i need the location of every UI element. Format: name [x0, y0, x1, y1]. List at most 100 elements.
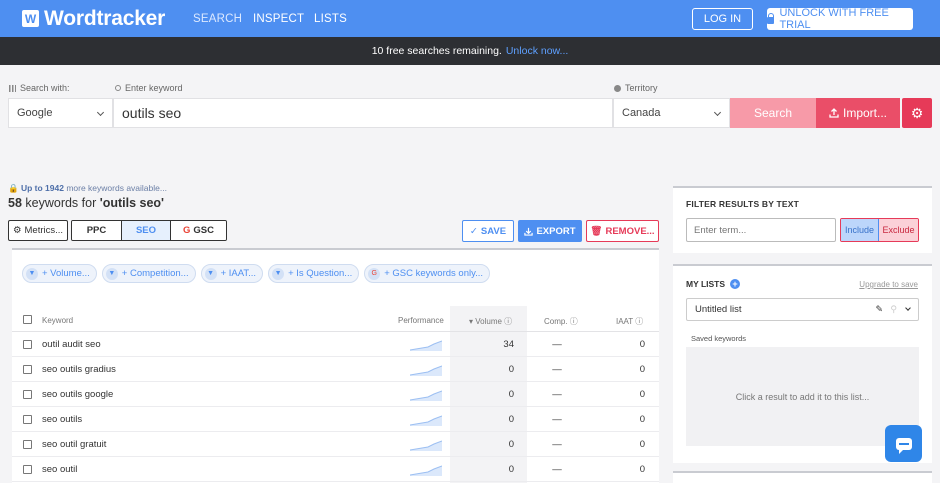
metrics-label: Metrics...	[24, 225, 64, 236]
table-row[interactable]: seo outils 0 — 0	[12, 407, 659, 432]
more-keywords-note[interactable]: 🔒 Up to 1942 more keywords available...	[8, 183, 167, 194]
row-checkbox[interactable]	[23, 390, 32, 399]
pencil-icon[interactable]: ✎	[875, 304, 883, 315]
tab-seo[interactable]: SEO	[122, 221, 171, 240]
territory-select[interactable]: Canada	[613, 98, 730, 128]
keyword-label-text: Enter keyword	[125, 83, 183, 93]
filter-chips: ▼ + Volume... ▼ + Competition... ▼ + IAAT..…	[22, 264, 491, 283]
table-row[interactable]: seo outils gradius 0 — 0	[12, 357, 659, 382]
filter-volume[interactable]: ▼ + Volume...	[22, 264, 97, 283]
filter-is-question[interactable]: ▼ + Is Question...	[268, 264, 360, 283]
metrics-button[interactable]: ⚙ Metrics...	[8, 220, 68, 241]
nav-inspect[interactable]: INSPECT	[253, 13, 304, 25]
results-count: 58 keywords for 'outils seo'	[8, 196, 164, 210]
save-label: SAVE	[480, 225, 507, 237]
free-trial-button[interactable]: UNLOCK WITH FREE TRIAL	[767, 7, 913, 31]
header-performance: Performance	[398, 316, 444, 325]
row-keyword[interactable]: seo outils	[42, 414, 82, 425]
check-icon: ✓	[469, 225, 478, 237]
row-keyword[interactable]: outil audit seo	[42, 339, 101, 350]
row-checkbox[interactable]	[23, 340, 32, 349]
table-row[interactable]: seo outil gratuit 0 — 0	[12, 432, 659, 457]
row-checkbox[interactable]	[23, 365, 32, 374]
chat-button[interactable]	[885, 425, 922, 462]
funnel-icon: ▼	[105, 267, 118, 280]
save-button[interactable]: ✓ SAVE	[462, 220, 514, 242]
header-comp[interactable]: Comp. ⓘ	[544, 316, 578, 327]
row-volume: 0	[508, 414, 514, 425]
engine-label: Search with:	[9, 83, 70, 93]
saved-keywords-label: Saved keywords	[691, 334, 747, 343]
performance-sparkline	[410, 465, 442, 476]
header-keyword[interactable]: Keyword	[42, 316, 73, 325]
logo[interactable]: W Wordtracker	[22, 7, 165, 31]
chevron-down-icon	[713, 108, 722, 117]
filter-by-text-title: FILTER RESULTS BY TEXT	[686, 199, 800, 209]
territory-value: Canada	[622, 107, 661, 119]
row-comp: —	[552, 364, 562, 375]
row-keyword[interactable]: seo outils gradius	[42, 364, 116, 375]
row-keyword[interactable]: seo outil	[42, 464, 77, 475]
tab-gsc[interactable]: G GSC	[171, 221, 226, 240]
territory-label-text: Territory	[625, 83, 658, 93]
engine-select[interactable]: Google	[8, 98, 113, 128]
chat-icon	[895, 437, 912, 454]
chevron-down-icon	[905, 305, 911, 311]
row-keyword[interactable]: seo outil gratuit	[42, 439, 106, 450]
header-iaat[interactable]: IAAT ⓘ	[616, 316, 643, 327]
header-comp-label: Comp.	[544, 317, 568, 326]
row-volume: 0	[508, 464, 514, 475]
list-select[interactable]: Untitled list ✎ ⚲	[686, 298, 919, 321]
keyword-input[interactable]: outils seo	[113, 98, 613, 128]
import-button[interactable]: Import...	[816, 98, 900, 128]
unlock-now-link[interactable]: Unlock now...	[506, 45, 568, 57]
row-volume: 0	[508, 364, 514, 375]
filter-competition[interactable]: ▼ + Competition...	[101, 264, 196, 283]
next-panel-edge	[673, 471, 932, 483]
select-all-checkbox[interactable]	[23, 315, 32, 324]
more-keywords-text: more keywords available...	[66, 183, 167, 193]
engine-label-text: Search with:	[20, 83, 70, 93]
filter-is-question-label: + Is Question...	[288, 268, 353, 279]
export-button[interactable]: EXPORT	[518, 220, 582, 242]
table-header: Keyword Performance ▾ Volume ⓘ Comp. ⓘ I…	[12, 307, 659, 332]
row-checkbox[interactable]	[23, 465, 32, 474]
table-row[interactable]: seo outils google 0 — 0	[12, 382, 659, 407]
include-button[interactable]: Include	[841, 219, 879, 241]
filter-iaat[interactable]: ▼ + IAAT...	[200, 264, 264, 283]
include-exclude-toggle: Include Exclude	[840, 218, 919, 242]
remove-button[interactable]: 🗑 REMOVE...	[586, 220, 659, 242]
nav-search[interactable]: SEARCH	[193, 13, 242, 25]
territory-label: Territory	[614, 83, 658, 93]
performance-sparkline	[410, 390, 442, 401]
funnel-icon: ▼	[272, 267, 285, 280]
google-icon: G	[183, 225, 191, 236]
exclude-button[interactable]: Exclude	[879, 219, 918, 241]
tab-ppc[interactable]: PPC	[72, 221, 122, 240]
keyword-label: Enter keyword	[115, 83, 183, 93]
header-volume[interactable]: ▾ Volume ⓘ	[469, 316, 512, 327]
header-volume-label: Volume	[475, 317, 502, 326]
filter-volume-label: + Volume...	[42, 268, 90, 279]
filter-term-input[interactable]: Enter term...	[686, 218, 836, 242]
upgrade-to-save-link[interactable]: Upgrade to save	[859, 280, 918, 289]
row-keyword[interactable]: seo outils google	[42, 389, 113, 400]
searches-remaining-banner: 10 free searches remaining. Unlock now..…	[0, 37, 940, 65]
search-icon	[115, 85, 121, 91]
list-select-value: Untitled list	[695, 304, 742, 315]
google-icon: G	[368, 267, 381, 280]
add-list-icon[interactable]: +	[730, 279, 741, 289]
funnel-icon: ▼	[204, 267, 217, 280]
row-checkbox[interactable]	[23, 415, 32, 424]
row-iaat: 0	[639, 414, 645, 425]
table-row[interactable]: seo outil 0 — 0	[12, 457, 659, 482]
search-button[interactable]: Search	[730, 98, 816, 128]
row-comp: —	[552, 339, 562, 350]
settings-button[interactable]: ⚙	[902, 98, 932, 128]
table-row[interactable]: outil audit seo 34 — 0	[12, 332, 659, 357]
row-checkbox[interactable]	[23, 440, 32, 449]
login-button[interactable]: LOG IN	[692, 8, 753, 30]
nav-lists[interactable]: LISTS	[314, 13, 347, 25]
filter-gsc-only[interactable]: G + GSC keywords only...	[364, 264, 491, 283]
results-panel: 🔒 Up to 1942 more keywords available... …	[8, 145, 660, 483]
